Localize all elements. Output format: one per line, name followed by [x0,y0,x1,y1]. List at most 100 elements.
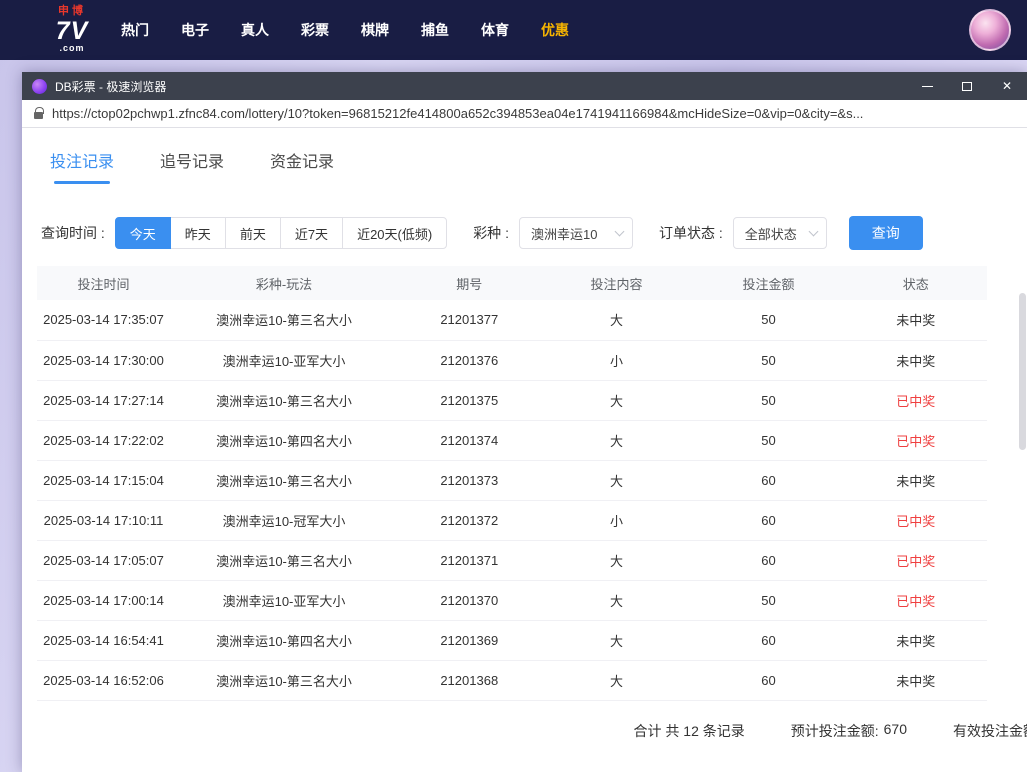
nav-item[interactable]: 热门 [121,20,149,40]
close-button[interactable]: ✕ [987,72,1027,100]
status-cell: 未中奖 [845,660,988,700]
close-icon: ✕ [1002,79,1012,93]
scrollbar-thumb[interactable] [1019,293,1026,450]
nav-item[interactable]: 电子 [181,20,209,40]
amount-cell: 50 [693,300,845,340]
issue-cell: 21201372 [398,500,541,540]
url-text[interactable]: https://ctop02pchwp1.zfnc84.com/lottery/… [52,106,863,121]
status-badge: 未中奖 [896,634,935,649]
filter-row: 查询时间 : 今天昨天前天近7天近20天(低频) 彩种 : 澳洲幸运10 订单状… [22,216,1027,250]
scrollbar-track[interactable] [1019,128,1026,772]
game-cell: 澳洲幸运10-第三名大小 [170,660,398,700]
game-cell: 澳洲幸运10-第四名大小 [170,620,398,660]
table-row: 2025-03-14 17:00:14澳洲幸运10-亚军大小21201370大5… [37,580,987,620]
time-filter-button[interactable]: 近20天(低频) [342,217,447,249]
order-status-select[interactable]: 全部状态 [733,217,827,249]
bet-content-cell: 小 [541,340,693,380]
bet-time-cell: 2025-03-14 17:30:00 [37,340,170,380]
bet-content-cell: 大 [541,420,693,460]
status-badge: 未中奖 [896,474,935,489]
nav-item[interactable]: 捕鱼 [421,20,449,40]
summary-expected-label: 预计投注金额: [791,721,879,741]
status-cell: 已中奖 [845,380,988,420]
lottery-select[interactable]: 澳洲幸运10 [519,217,633,249]
table-header-row: 投注时间彩种-玩法期号投注内容投注金额状态 [37,266,987,300]
minimize-button[interactable] [907,72,947,100]
logo-text-sub: .com [45,44,99,53]
status-badge: 已中奖 [896,554,935,569]
summary-expected: 预计投注金额: 670 [791,721,907,741]
bet-time-cell: 2025-03-14 16:52:06 [37,660,170,700]
maximize-button[interactable] [947,72,987,100]
bet-content-cell: 大 [541,580,693,620]
summary-total: 合计 共 12 条记录 [634,721,745,741]
order-status-select-value: 全部状态 [745,224,797,243]
window-title: DB彩票 - 极速浏览器 [55,78,907,95]
desktop-background: 申博 7V .com 热门 电子 真人 彩票 棋牌 捕鱼 体育 优惠 DB彩票 - 极速浏览器… [0,0,1027,772]
user-avatar[interactable] [969,9,1011,51]
time-filter-button[interactable]: 昨天 [170,217,226,249]
record-tabs: 投注记录 追号记录 资金记录 [22,128,1027,184]
table-row: 2025-03-14 17:30:00澳洲幸运10-亚军大小21201376小5… [37,340,987,380]
status-badge: 已中奖 [896,594,935,609]
tab[interactable]: 资金记录 [270,148,334,184]
time-filter-button[interactable]: 前天 [225,217,281,249]
time-filter-button[interactable]: 今天 [115,217,171,249]
column-header: 期号 [398,266,541,300]
nav-item[interactable]: 彩票 [301,20,329,40]
issue-cell: 21201373 [398,460,541,500]
time-filter-button[interactable]: 近7天 [280,217,343,249]
issue-cell: 21201376 [398,340,541,380]
nav-item[interactable]: 棋牌 [361,20,389,40]
status-cell: 未中奖 [845,340,988,380]
issue-cell: 21201370 [398,580,541,620]
table-row: 2025-03-14 17:22:02澳洲幸运10-第四名大小21201374大… [37,420,987,460]
tab[interactable]: 投注记录 [50,148,114,184]
app-icon [32,79,47,94]
bet-content-cell: 大 [541,620,693,660]
amount-cell: 60 [693,540,845,580]
bet-content-cell: 大 [541,380,693,420]
game-cell: 澳洲幸运10-第三名大小 [170,380,398,420]
nav-items: 热门 电子 真人 彩票 棋牌 捕鱼 体育 优惠 [121,20,569,40]
amount-cell: 60 [693,460,845,500]
query-button[interactable]: 查询 [849,216,923,250]
amount-cell: 50 [693,340,845,380]
table-row: 2025-03-14 17:10:11澳洲幸运10-冠军大小21201372小6… [37,500,987,540]
status-cell: 已中奖 [845,500,988,540]
game-cell: 澳洲幸运10-第三名大小 [170,460,398,500]
bet-time-cell: 2025-03-14 17:10:11 [37,500,170,540]
status-cell: 未中奖 [845,460,988,500]
summary-row: 合计 共 12 条记录 预计投注金额: 670 有效投注金额 [22,701,1027,741]
game-cell: 澳洲幸运10-第三名大小 [170,540,398,580]
bet-time-cell: 2025-03-14 17:27:14 [37,380,170,420]
nav-item[interactable]: 体育 [481,20,509,40]
browser-title-bar[interactable]: DB彩票 - 极速浏览器 ✕ [22,72,1027,100]
issue-cell: 21201371 [398,540,541,580]
table-row: 2025-03-14 17:35:07澳洲幸运10-第三名大小21201377大… [37,300,987,340]
nav-item[interactable]: 优惠 [541,20,569,40]
status-badge: 未中奖 [896,674,935,689]
game-cell: 澳洲幸运10-第四名大小 [170,420,398,460]
chevron-down-icon [615,226,625,236]
status-cell: 未中奖 [845,300,988,340]
site-navbar: 申博 7V .com 热门 电子 真人 彩票 棋牌 捕鱼 体育 优惠 [0,0,1027,60]
issue-cell: 21201375 [398,380,541,420]
tab[interactable]: 追号记录 [160,148,224,184]
nav-item[interactable]: 真人 [241,20,269,40]
summary-valid-label: 有效投注金额 [953,721,1027,741]
brand-logo[interactable]: 申博 7V .com [45,6,99,53]
lottery-label: 彩种 : [473,223,509,243]
amount-cell: 50 [693,420,845,460]
url-bar[interactable]: https://ctop02pchwp1.zfnc84.com/lottery/… [22,100,1027,128]
bet-time-cell: 2025-03-14 17:22:02 [37,420,170,460]
minimize-icon [922,86,933,87]
window-controls: ✕ [907,72,1027,100]
browser-window: DB彩票 - 极速浏览器 ✕ https://ctop02pchwp1.zfnc… [22,72,1027,772]
records-table-wrap: 投注时间彩种-玩法期号投注内容投注金额状态 2025-03-14 17:35:0… [22,250,1027,701]
bet-content-cell: 大 [541,460,693,500]
status-badge: 已中奖 [896,434,935,449]
status-cell: 已中奖 [845,420,988,460]
status-badge: 已中奖 [896,394,935,409]
amount-cell: 60 [693,660,845,700]
